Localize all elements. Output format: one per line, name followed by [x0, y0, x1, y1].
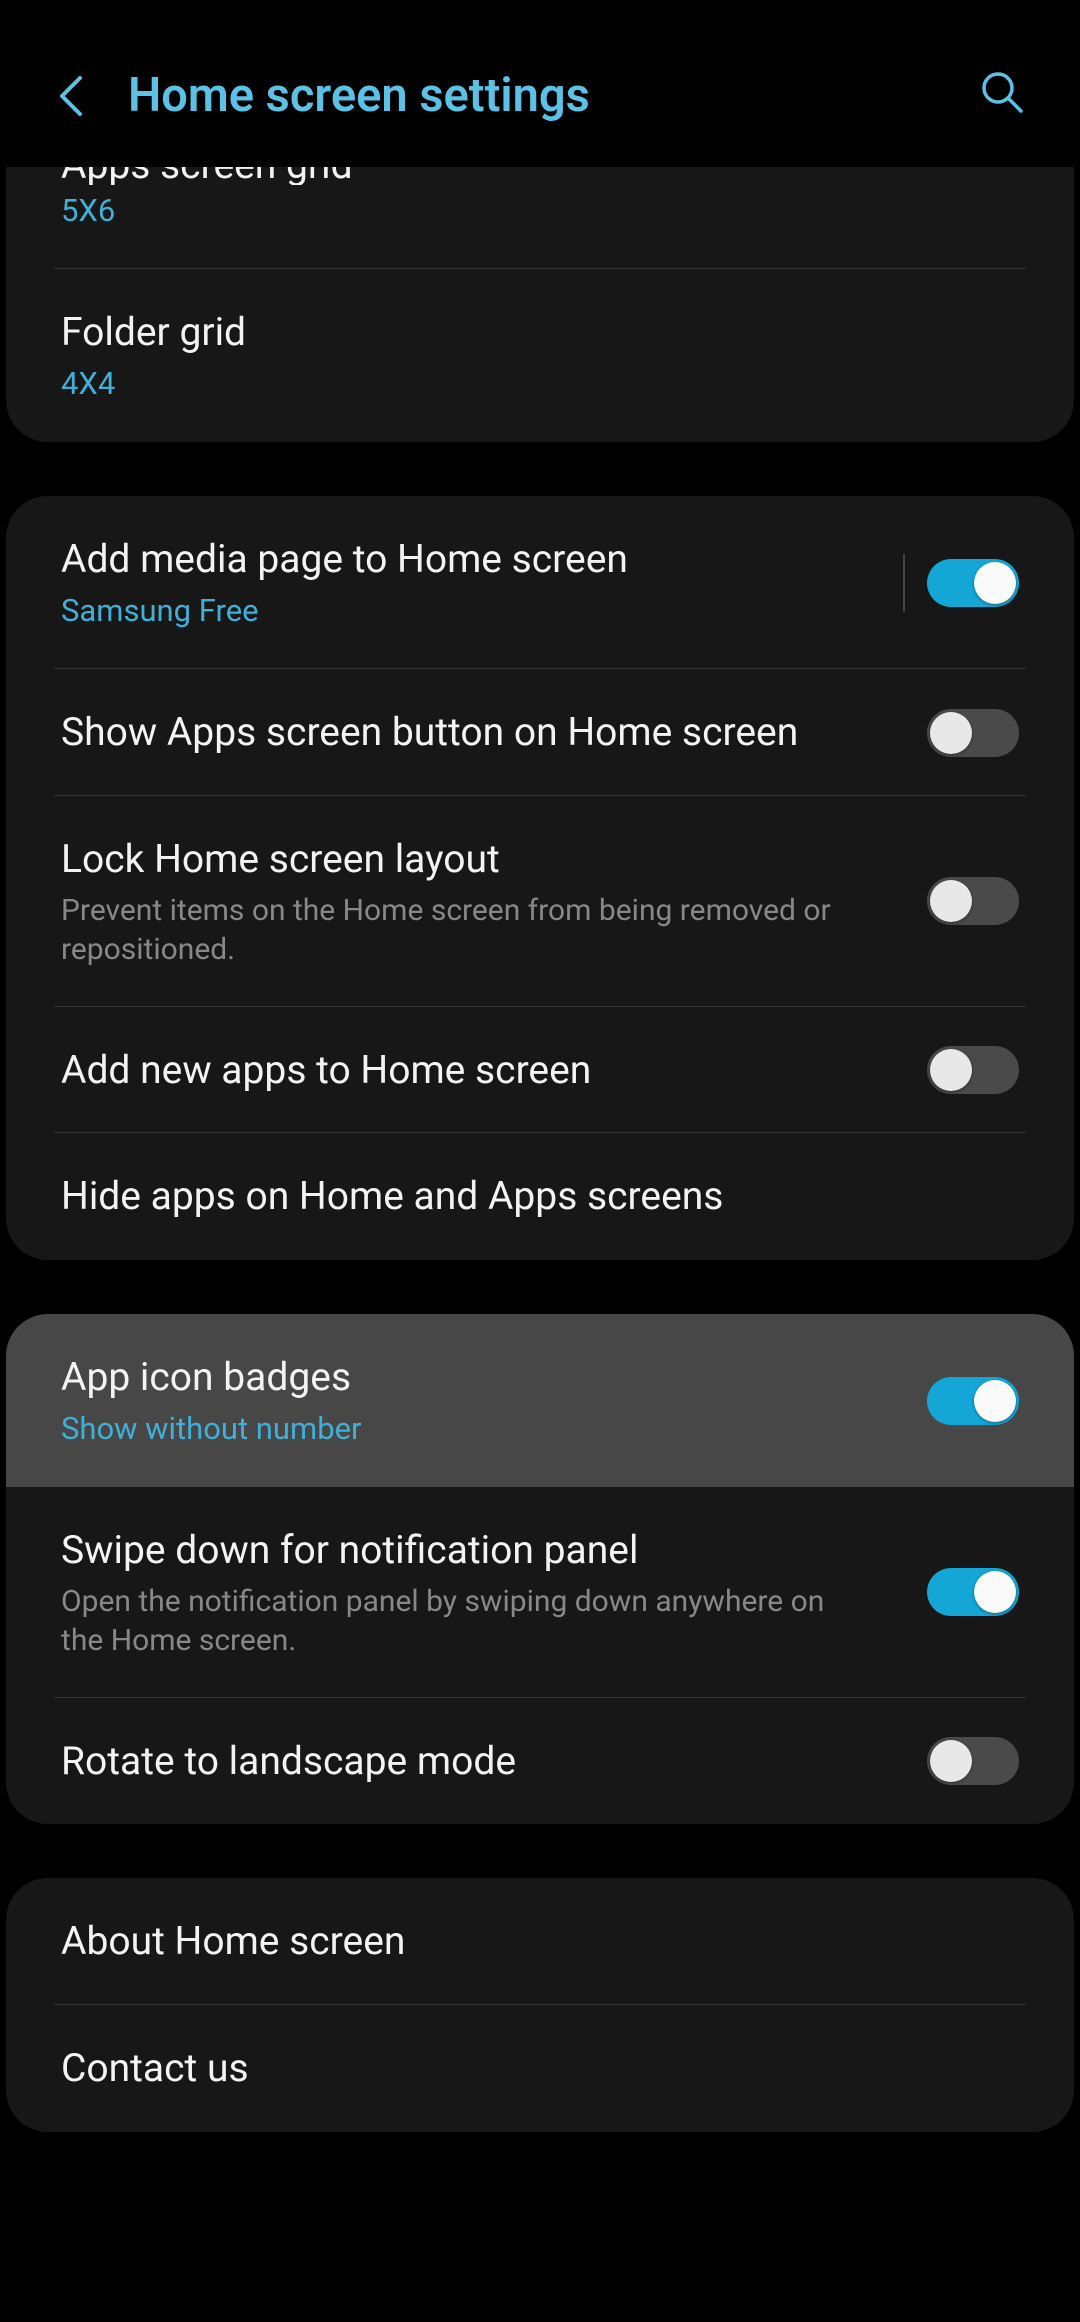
contact-us-row[interactable]: Contact us	[6, 2005, 1074, 2132]
lock-layout-title: Lock Home screen layout	[61, 834, 907, 885]
grid-settings-group: Apps screen grid 5X6 Folder grid 4X4	[6, 167, 1074, 442]
swipe-notification-desc: Open the notification panel by swiping d…	[61, 1582, 841, 1660]
about-home-screen-title: About Home screen	[61, 1916, 999, 1967]
chevron-left-icon	[56, 74, 84, 118]
hide-apps-row[interactable]: Hide apps on Home and Apps screens	[6, 1133, 1074, 1260]
settings-content: Apps screen grid 5X6 Folder grid 4X4 Add…	[0, 167, 1080, 2132]
search-button[interactable]	[978, 68, 1026, 116]
home-screen-options-group: Add media page to Home screen Samsung Fr…	[6, 496, 1074, 1260]
add-media-page-toggle-wrap	[903, 554, 1019, 612]
show-apps-button-title: Show Apps screen button on Home screen	[61, 707, 907, 758]
add-new-apps-toggle[interactable]	[927, 1046, 1019, 1094]
app-icon-badges-toggle[interactable]	[927, 1377, 1019, 1425]
back-button[interactable]	[48, 74, 92, 118]
page-title: Home screen settings	[128, 68, 590, 123]
add-media-page-toggle[interactable]	[927, 559, 1019, 607]
swipe-notification-row[interactable]: Swipe down for notification panel Open t…	[6, 1487, 1074, 1698]
app-icon-badges-toggle-wrap	[927, 1377, 1019, 1425]
contact-us-title: Contact us	[61, 2043, 999, 2094]
add-media-page-title: Add media page to Home screen	[61, 534, 883, 585]
show-apps-button-toggle[interactable]	[927, 709, 1019, 757]
lock-layout-toggle[interactable]	[927, 877, 1019, 925]
swipe-notification-title: Swipe down for notification panel	[61, 1525, 907, 1576]
search-icon	[979, 69, 1025, 115]
hide-apps-title: Hide apps on Home and Apps screens	[61, 1171, 999, 1222]
swipe-notification-toggle[interactable]	[927, 1568, 1019, 1616]
apps-screen-grid-title: Apps screen grid	[61, 167, 999, 185]
add-new-apps-row[interactable]: Add new apps to Home screen	[6, 1007, 1074, 1134]
apps-screen-grid-row[interactable]: Apps screen grid 5X6	[6, 167, 1074, 269]
app-icon-badges-row[interactable]: App icon badges Show without number	[6, 1314, 1074, 1487]
app-icon-badges-sub: Show without number	[61, 1409, 907, 1449]
show-apps-button-row[interactable]: Show Apps screen button on Home screen	[6, 669, 1074, 796]
info-group: About Home screen Contact us	[6, 1878, 1074, 2131]
rotate-landscape-row[interactable]: Rotate to landscape mode	[6, 1698, 1074, 1825]
add-new-apps-title: Add new apps to Home screen	[61, 1045, 907, 1096]
add-media-page-row[interactable]: Add media page to Home screen Samsung Fr…	[6, 496, 1074, 669]
folder-grid-title: Folder grid	[61, 307, 999, 358]
lock-layout-desc: Prevent items on the Home screen from be…	[61, 891, 841, 969]
app-header: Home screen settings	[0, 0, 1080, 167]
folder-grid-row[interactable]: Folder grid 4X4	[6, 269, 1074, 442]
lock-layout-row[interactable]: Lock Home screen layout Prevent items on…	[6, 796, 1074, 1007]
display-options-group: App icon badges Show without number Swip…	[6, 1314, 1074, 1824]
rotate-landscape-toggle[interactable]	[927, 1737, 1019, 1785]
add-media-page-sub: Samsung Free	[61, 591, 883, 631]
app-icon-badges-title: App icon badges	[61, 1352, 907, 1403]
folder-grid-value: 4X4	[61, 364, 999, 404]
toggle-divider	[903, 554, 905, 612]
rotate-landscape-title: Rotate to landscape mode	[61, 1736, 907, 1787]
about-home-screen-row[interactable]: About Home screen	[6, 1878, 1074, 2005]
apps-screen-grid-value: 5X6	[61, 191, 999, 231]
